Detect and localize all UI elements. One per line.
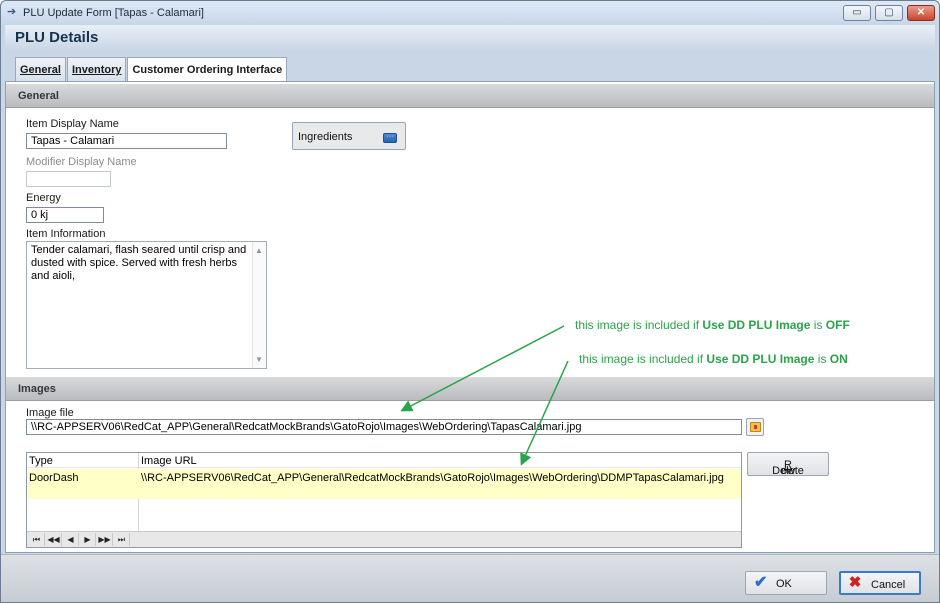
image-url-grid: Type Image URL DoorDash \\RC-APPSERV06\R… <box>26 452 742 548</box>
item-information-scrollbar[interactable]: ▲ ▼ <box>252 242 266 368</box>
annotation-on-a: this image is included if <box>579 352 707 366</box>
tab-content-panel: General Item Display Name Tapas - Calama… <box>5 81 935 553</box>
previous-page-icon[interactable]: ◀◀ <box>46 533 62 546</box>
modifier-display-name-input[interactable] <box>26 171 111 187</box>
grid-cell-image-url[interactable]: \\RC-APPSERV06\RedCat_APP\General\Redcat… <box>141 472 724 484</box>
annotation-off-b: Use DD PLU Image <box>702 318 811 332</box>
grid-header-image-url[interactable]: Image URL <box>141 455 197 467</box>
folder-icon <box>750 422 761 432</box>
annotation-off-d: OFF <box>825 318 850 332</box>
ingredients-button-label: Ingredients <box>298 131 353 143</box>
checkmark-icon: ✔ <box>754 574 768 591</box>
annotation-off-c: is <box>810 318 826 332</box>
tab-inventory[interactable]: Inventory <box>66 57 127 81</box>
last-record-icon[interactable]: ⏭ <box>114 533 130 546</box>
plu-update-window: ➔ PLU Update Form [Tapas - Calamari] ▭ ▢… <box>0 0 940 603</box>
grid-cell-type[interactable]: DoorDash <box>29 472 79 484</box>
dialog-footer: ✔ OK ✖ Cancel <box>1 554 939 602</box>
item-display-name-label: Item Display Name <box>26 118 119 130</box>
maximize-button[interactable]: ▢ <box>875 5 903 21</box>
tab-customer-ordering-interface[interactable]: Customer Ordering Interface <box>127 57 288 82</box>
annotation-on-c: is <box>814 352 830 366</box>
energy-label: Energy <box>26 192 61 204</box>
cancel-button-label: Cancel <box>871 579 906 591</box>
images-section-header: Images <box>6 377 934 401</box>
ok-button-label: OK <box>776 578 792 590</box>
browse-image-button[interactable] <box>746 418 764 436</box>
image-file-label: Image file <box>26 407 74 419</box>
scroll-down-icon[interactable]: ▼ <box>255 353 263 366</box>
previous-record-icon[interactable]: ◀ <box>63 533 79 546</box>
grid-header: Type Image URL <box>27 453 741 468</box>
energy-input[interactable]: 0 kj <box>26 207 104 223</box>
tab-strip: General Inventory Customer Ordering Inte… <box>15 57 288 82</box>
cancel-button[interactable]: ✖ Cancel <box>839 571 921 595</box>
grid-navigator: ⏮ ◀◀ ◀ ▶ ▶▶ ⏭ <box>27 531 741 547</box>
item-information-label: Item Information <box>26 228 106 240</box>
delete-row-button[interactable]: Delete Row <box>747 452 829 477</box>
image-file-input[interactable]: \\RC-APPSERV06\RedCat_APP\General\Redcat… <box>26 419 742 435</box>
annotation-off-a: this image is included if <box>575 318 703 332</box>
item-display-name-input[interactable]: Tapas - Calamari <box>26 133 227 149</box>
item-information-text: Tender calamari, flash seared until cris… <box>31 244 247 282</box>
general-section-title: General <box>18 90 59 102</box>
grid-header-type[interactable]: Type <box>29 455 53 467</box>
ok-button[interactable]: ✔ OK <box>745 571 827 595</box>
annotation-on-d: ON <box>829 352 848 366</box>
ingredients-button[interactable]: Ingredients ··· <box>292 122 406 150</box>
tab-general[interactable]: General <box>15 57 66 81</box>
delete-row-label: Delete Row <box>748 459 828 477</box>
tab-customer-ordering-label: Customer Ordering Interface <box>132 64 283 76</box>
page-header: PLU Details <box>5 25 935 51</box>
table-row[interactable]: DoorDash \\RC-APPSERV06\RedCat_APP\Gener… <box>27 469 741 499</box>
tab-inventory-label: Inventory <box>71 64 122 76</box>
item-information-textarea[interactable]: Tender calamari, flash seared until cris… <box>26 241 267 369</box>
images-section-title: Images <box>18 383 56 395</box>
annotation-on: this image is included if Use DD PLU Ima… <box>579 352 848 366</box>
scroll-up-icon[interactable]: ▲ <box>255 244 263 257</box>
close-button[interactable]: ✕ <box>907 5 935 21</box>
first-record-icon[interactable]: ⏮ <box>29 533 45 546</box>
app-arrow-icon: ➔ <box>7 6 17 18</box>
next-record-icon[interactable]: ▶ <box>80 533 96 546</box>
tab-general-label: General <box>20 64 61 76</box>
general-section-header: General <box>6 84 934 108</box>
title-bar: ➔ PLU Update Form [Tapas - Calamari] ▭ ▢… <box>1 1 939 25</box>
modifier-display-name-label: Modifier Display Name <box>26 156 137 168</box>
delete-row-label-post: ow <box>780 465 796 477</box>
next-page-icon[interactable]: ▶▶ <box>97 533 113 546</box>
annotation-off: this image is included if Use DD PLU Ima… <box>575 318 850 332</box>
annotation-on-b: Use DD PLU Image <box>706 352 815 366</box>
window-title: PLU Update Form [Tapas - Calamari] <box>23 7 204 19</box>
minimize-button[interactable]: ▭ <box>843 5 871 21</box>
page-title: PLU Details <box>15 29 99 46</box>
cancel-x-icon: ✖ <box>848 574 862 591</box>
ellipsis-icon: ··· <box>383 133 397 143</box>
